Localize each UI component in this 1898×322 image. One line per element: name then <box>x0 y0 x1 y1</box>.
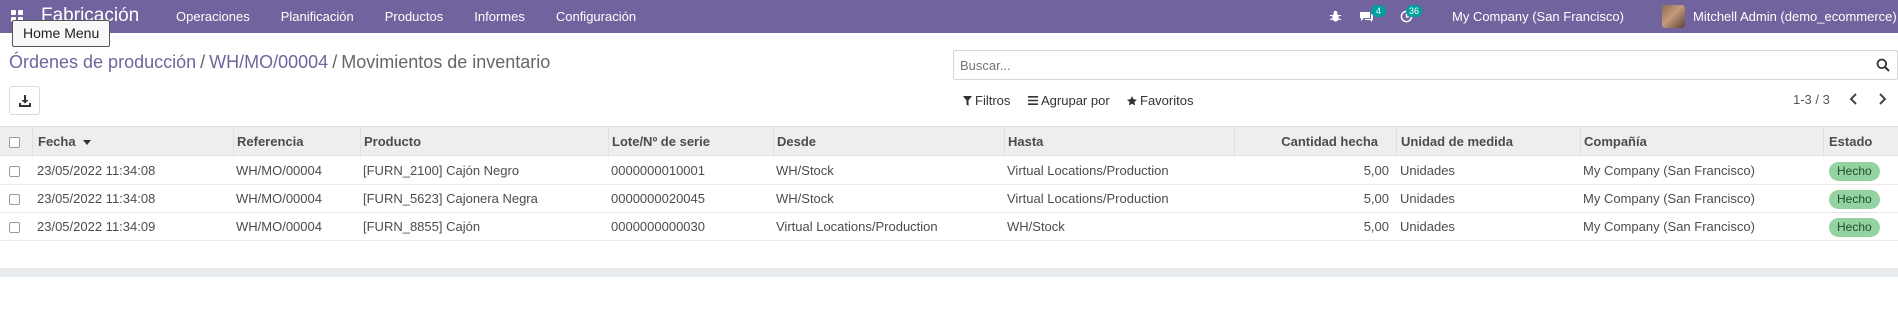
group-by-label: Agrupar por <box>1041 93 1110 108</box>
column-desde[interactable]: Desde <box>777 127 816 157</box>
user-avatar[interactable] <box>1662 5 1685 28</box>
cell-fecha: 23/05/2022 11:34:08 <box>37 163 156 178</box>
column-unidad-medida[interactable]: Unidad de medida <box>1401 127 1513 157</box>
user-menu[interactable]: Mitchell Admin (demo_ecommerce) <box>1693 0 1897 33</box>
breadcrumb-separator: / <box>200 52 206 72</box>
home-menu-tooltip: Home Menu <box>12 20 111 47</box>
cell-referencia: WH/MO/00004 <box>236 219 322 234</box>
cell-unidad: Unidades <box>1400 163 1455 178</box>
group-by-button[interactable]: Agrupar por <box>1028 93 1110 108</box>
favorites-button[interactable]: Favoritos <box>1127 93 1193 108</box>
cell-cantidad: 5,00 <box>1363 219 1389 234</box>
cell-compania: My Company (San Francisco) <box>1583 191 1755 206</box>
column-fecha-label: Fecha <box>38 134 76 149</box>
row-checkbox[interactable] <box>9 194 20 205</box>
cell-cantidad: 5,00 <box>1363 191 1389 206</box>
breadcrumb-separator: / <box>332 52 338 72</box>
row-checkbox[interactable] <box>9 166 20 177</box>
column-referencia[interactable]: Referencia <box>237 127 303 157</box>
menu-item-productos[interactable]: Productos <box>385 9 444 24</box>
menu-item-operaciones[interactable]: Operaciones <box>176 9 250 24</box>
table-row[interactable]: 23/05/2022 11:34:08 WH/MO/00004 [FURN_21… <box>0 157 1898 185</box>
menu-item-informes[interactable]: Informes <box>474 9 525 24</box>
chevron-right-icon[interactable] <box>1874 91 1890 107</box>
cell-unidad: Unidades <box>1400 219 1455 234</box>
favorites-label: Favoritos <box>1140 93 1194 108</box>
page-title: Movimientos de inventario <box>341 52 551 72</box>
cell-hasta: Virtual Locations/Production <box>1007 163 1169 178</box>
breadcrumb-production-orders[interactable]: Órdenes de producción <box>9 52 196 72</box>
cell-desde: WH/Stock <box>776 163 834 178</box>
column-hasta[interactable]: Hasta <box>1008 127 1043 157</box>
cell-fecha: 23/05/2022 11:34:08 <box>37 191 156 206</box>
row-checkbox[interactable] <box>9 222 20 233</box>
cell-hasta: Virtual Locations/Production <box>1007 191 1169 206</box>
menu-item-configuracion[interactable]: Configuración <box>556 9 636 24</box>
filters-button[interactable]: Filtros <box>963 93 1010 108</box>
cell-lote: 0000000010001 <box>611 163 705 178</box>
search-icon[interactable] <box>1876 58 1890 72</box>
company-switcher[interactable]: My Company (San Francisco) <box>1452 0 1624 33</box>
cell-compania: My Company (San Francisco) <box>1583 219 1755 234</box>
pager-value[interactable]: 1-3 / 3 <box>1793 92 1830 107</box>
select-all-checkbox[interactable] <box>9 137 20 148</box>
download-icon <box>19 95 31 107</box>
cell-producto: [FURN_2100] Cajón Negro <box>363 163 520 178</box>
search-box <box>953 50 1898 80</box>
table-header: Fecha Referencia Producto Lote/Nº de ser… <box>0 126 1898 157</box>
status-badge: Hecho <box>1829 218 1880 237</box>
messages-badge: 4 <box>1371 5 1386 17</box>
top-navbar: Fabricación Operaciones Planificación Pr… <box>0 0 1898 33</box>
status-badge: Hecho <box>1829 162 1880 181</box>
table-row[interactable]: 23/05/2022 11:34:09 WH/MO/00004 [FURN_88… <box>0 213 1898 241</box>
table-row[interactable]: 23/05/2022 11:34:08 WH/MO/00004 [FURN_56… <box>0 185 1898 213</box>
breadcrumb-order[interactable]: WH/MO/00004 <box>209 52 328 72</box>
search-input[interactable] <box>954 51 1897 79</box>
cell-compania: My Company (San Francisco) <box>1583 163 1755 178</box>
sort-desc-icon <box>83 140 92 146</box>
cell-desde: Virtual Locations/Production <box>776 219 938 234</box>
cell-unidad: Unidades <box>1400 191 1455 206</box>
cell-referencia: WH/MO/00004 <box>236 163 322 178</box>
breadcrumb: Órdenes de producción / WH/MO/00004/Movimi… <box>9 52 550 73</box>
star-icon <box>1127 95 1137 105</box>
table-footer <box>0 268 1898 277</box>
filter-icon <box>963 95 972 106</box>
group-by-icon <box>1028 96 1038 105</box>
cell-producto: [FURN_8855] Cajón <box>363 219 481 234</box>
cell-referencia: WH/MO/00004 <box>236 191 322 206</box>
bug-icon[interactable] <box>1329 10 1342 23</box>
cell-cantidad: 5,00 <box>1363 163 1389 178</box>
chevron-left-icon[interactable] <box>1846 91 1862 107</box>
cell-hasta: WH/Stock <box>1007 219 1065 234</box>
column-cantidad-hecha[interactable]: Cantidad hecha <box>1238 127 1378 157</box>
column-estado[interactable]: Estado <box>1829 127 1872 157</box>
status-badge: Hecho <box>1829 190 1880 209</box>
filters-label: Filtros <box>975 93 1011 108</box>
column-producto[interactable]: Producto <box>364 127 421 157</box>
menu-item-planificacion[interactable]: Planificación <box>281 9 354 24</box>
cell-fecha: 23/05/2022 11:34:09 <box>37 219 156 234</box>
column-lote[interactable]: Lote/Nº de serie <box>612 127 710 157</box>
main-menu: Operaciones Planificación Productos Info… <box>176 0 667 33</box>
cell-lote: 0000000000030 <box>611 219 705 234</box>
cell-producto: [FURN_5623] Cajonera Negra <box>363 191 538 206</box>
download-button[interactable] <box>9 86 40 115</box>
column-compania[interactable]: Compañía <box>1584 127 1647 157</box>
cell-lote: 0000000020045 <box>611 191 705 206</box>
activities-badge: 36 <box>1406 5 1423 17</box>
column-fecha[interactable]: Fecha <box>38 127 92 157</box>
cell-desde: WH/Stock <box>776 191 834 206</box>
